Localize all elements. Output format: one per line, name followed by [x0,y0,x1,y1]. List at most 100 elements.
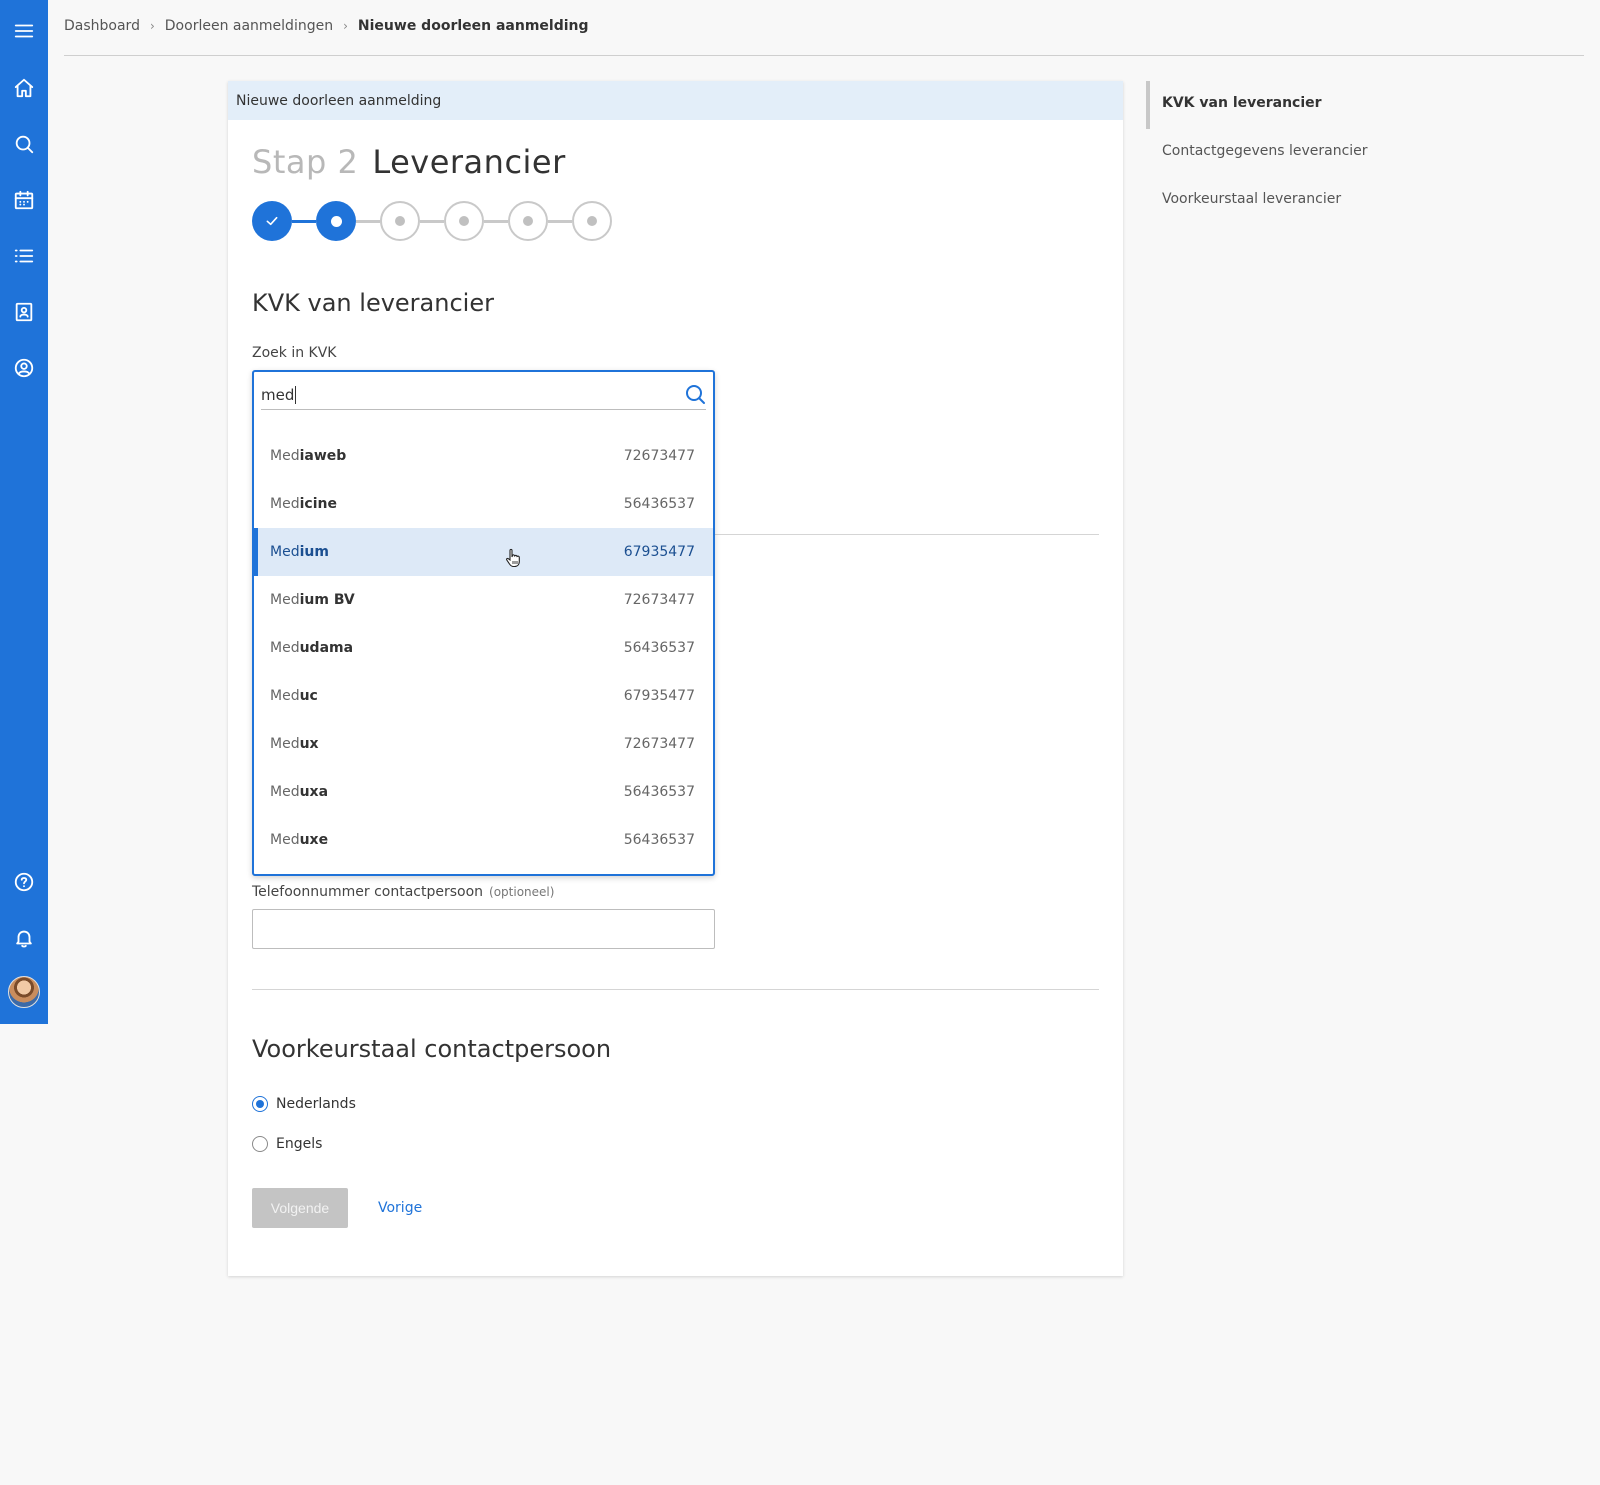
left-navigation [0,0,48,1024]
list-icon[interactable] [12,244,36,268]
kvk-result-name: Meduc [270,688,318,704]
kvk-result-number: 56436537 [623,640,695,656]
help-icon[interactable] [12,870,36,894]
section-divider [252,989,1099,990]
kvk-result-name: Meduxa [270,784,328,800]
radio-engels[interactable]: Engels [252,1136,322,1152]
kvk-result-rest: icine [299,496,337,512]
radio-checked-icon [252,1096,268,1112]
step-dot [459,216,469,226]
breadcrumb-doorleen-aanmeldingen[interactable]: Doorleen aanmeldingen [165,18,333,34]
kvk-result-name: Medium [270,544,329,560]
phone-input[interactable] [252,909,715,949]
kvk-result-number: 72673477 [623,448,695,464]
kvk-section-title: KVK van leverancier [252,289,494,317]
stepper-connector [484,220,508,223]
kvk-result-rest: iaweb [299,448,347,464]
kvk-result-item[interactable]: Medicine 56436537 [254,480,713,528]
kvk-result-rest: ium BV [299,592,355,608]
kvk-result-item[interactable]: Mediaweb 72673477 [254,432,713,480]
radio-nederlands[interactable]: Nederlands [252,1096,356,1112]
checkmark-icon [266,216,278,226]
kvk-result-item[interactable]: Medium 67935477 [254,528,713,576]
kvk-result-name: Medicine [270,496,337,512]
kvk-result-item[interactable]: Medux 72673477 [254,720,713,768]
progress-stepper [252,201,622,241]
kvk-results-list: Mediaweb 72673477 Medicine 56436537 Medium 67… [254,432,713,864]
search-icon[interactable] [683,382,707,406]
kvk-result-name: Mediaweb [270,448,346,464]
pointer-cursor-icon [504,548,522,568]
anchor-voorkeurstaal[interactable]: Voorkeurstaal leverancier [1162,191,1341,207]
kvk-result-number: 72673477 [623,736,695,752]
stepper-connector [548,220,572,223]
form-card: Nieuwe doorleen aanmelding Stap 2 Leveran… [228,81,1123,1276]
home-icon[interactable] [12,76,36,100]
breadcrumb: Dashboard › Doorleen aanmeldingen › Nieu… [64,18,589,34]
kvk-result-match: Med [270,640,300,656]
chevron-right-icon: › [149,19,155,33]
kvk-result-item[interactable]: Medudama 56436537 [254,624,713,672]
step-6 [572,201,612,241]
kvk-result-item[interactable]: Medium BV 72673477 [254,576,713,624]
kvk-result-match: Med [270,496,300,512]
previous-link[interactable]: Vorige [378,1188,422,1228]
kvk-result-rest: ium [299,544,329,560]
menu-icon[interactable] [12,19,36,43]
step-dot [330,215,342,227]
text-caret [295,385,297,404]
radio-unchecked-icon [252,1136,268,1152]
step-dot [587,216,597,226]
kvk-search-value: med [261,385,295,404]
step-3 [380,201,420,241]
kvk-result-rest: uxe [299,832,329,848]
kvk-search-label: Zoek in KVK [252,345,337,361]
kvk-result-number: 56436537 [623,784,695,800]
kvk-search-input[interactable]: med [261,380,706,410]
kvk-result-match: Med [270,784,300,800]
contacts-icon[interactable] [12,300,36,324]
kvk-result-item[interactable]: Meduxe 56436537 [254,816,713,864]
card-header: Nieuwe doorleen aanmelding [228,81,1123,120]
stepper-connector [356,220,380,223]
kvk-result-number: 67935477 [623,544,695,560]
step-dot [395,216,405,226]
next-button[interactable]: Volgende [252,1188,348,1228]
kvk-result-match: Med [270,592,300,608]
kvk-result-item[interactable]: Meduc 67935477 [254,672,713,720]
calendar-icon[interactable] [12,188,36,212]
step-dot [523,216,533,226]
stepper-connector [292,220,316,223]
kvk-result-rest: udama [299,640,354,656]
page-title: Stap 2 Leverancier [252,143,566,181]
notification-bell-icon[interactable] [12,926,36,950]
language-section-title: Voorkeurstaal contactpersoon [252,1035,612,1063]
kvk-result-item[interactable]: Meduxa 56436537 [254,768,713,816]
step-1-completed[interactable] [252,201,292,241]
kvk-result-match: Med [270,688,300,704]
kvk-result-rest: ux [299,736,319,752]
search-icon[interactable] [12,132,36,156]
anchor-contactgegevens[interactable]: Contactgegevens leverancier [1162,143,1368,159]
stepper-connector [420,220,444,223]
step-5 [508,201,548,241]
kvk-result-name: Medium BV [270,592,355,608]
kvk-search-combobox[interactable]: med Mediaweb 72673477 Medicine 56436537 Medi… [252,370,715,876]
avatar[interactable] [8,976,40,1008]
account-icon[interactable] [12,356,36,380]
kvk-result-match: Med [270,448,300,464]
kvk-result-name: Meduxe [270,832,328,848]
step-2-active[interactable] [316,201,356,241]
optional-tag: (optioneel) [489,885,555,899]
kvk-result-number: 67935477 [623,688,695,704]
chevron-right-icon: › [343,19,348,33]
breadcrumb-dashboard[interactable]: Dashboard [64,18,140,34]
header-divider [64,55,1584,56]
kvk-result-name: Medudama [270,640,353,656]
anchor-kvk[interactable]: KVK van leverancier [1162,95,1322,111]
phone-label: Telefoonnummer contactpersoon (optioneel) [252,884,554,900]
kvk-result-match: Med [270,736,300,752]
step-number: Stap 2 [252,143,359,181]
kvk-result-match: Med [270,544,300,560]
kvk-result-rest: uc [299,688,318,704]
